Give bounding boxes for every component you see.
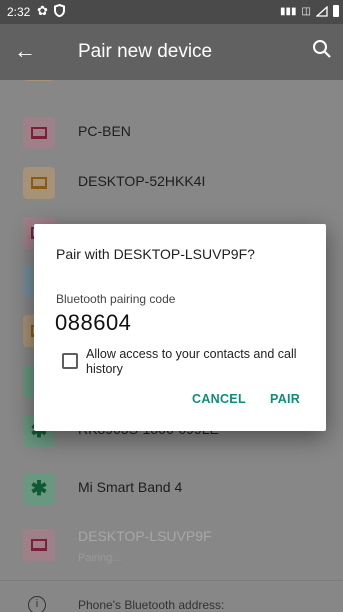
status-bar: 2:32 ✿ ▮▮▮ ◫ xyxy=(0,0,343,24)
nfc-icon: ▮▮▮ xyxy=(280,5,297,17)
contacts-access-checkbox[interactable] xyxy=(62,353,78,369)
laptop-icon xyxy=(23,529,55,561)
pair-dialog: Pair with DESKTOP-LSUVP9F? Bluetooth pai… xyxy=(34,224,326,431)
shield-icon xyxy=(54,4,65,17)
device-row-pairing[interactable]: DESKTOP-LSUVP9F Pairing... xyxy=(0,520,343,570)
app-bar: ← Pair new device xyxy=(0,24,343,80)
search-icon[interactable] xyxy=(311,38,333,60)
device-row[interactable]: PC-BEN xyxy=(0,108,343,158)
pairing-code-label: Bluetooth pairing code xyxy=(56,292,176,306)
device-name: DESKTOP-52HKK4I xyxy=(78,173,206,189)
bluetooth-address-label: Phone's Bluetooth address: xyxy=(78,598,225,612)
pair-button[interactable]: PAIR xyxy=(270,392,300,406)
device-name: PC-BEN xyxy=(78,123,131,139)
page-title: Pair new device xyxy=(78,41,213,62)
device-row[interactable]: DESKTOP-52HKK4I xyxy=(0,158,343,208)
status-icons: ▮▮▮ ◫ xyxy=(280,5,339,17)
laptop-icon xyxy=(23,167,55,199)
device-row-partial xyxy=(0,80,343,90)
back-arrow-icon[interactable]: ← xyxy=(14,40,36,62)
device-row[interactable]: ✱ Mi Smart Band 4 xyxy=(0,464,343,514)
battery-icon xyxy=(333,5,339,17)
divider xyxy=(0,580,343,581)
contacts-access-label[interactable]: Allow access to your contacts and call h… xyxy=(86,347,318,377)
cancel-button[interactable]: CANCEL xyxy=(192,392,246,406)
settings-gear-icon: ✿ xyxy=(37,3,48,18)
device-name: DESKTOP-LSUVP9F xyxy=(78,528,212,544)
bluetooth-icon: ✱ xyxy=(23,473,55,505)
vibrate-icon: ◫ xyxy=(301,5,311,17)
device-name: Mi Smart Band 4 xyxy=(78,479,183,495)
info-icon: i xyxy=(28,596,46,612)
status-time: 2:32 xyxy=(7,5,31,19)
laptop-icon xyxy=(23,117,55,149)
signal-icon xyxy=(316,5,328,17)
dialog-title: Pair with DESKTOP-LSUVP9F? xyxy=(56,246,255,262)
device-status: Pairing... xyxy=(78,552,122,564)
pairing-code: 088604 xyxy=(55,310,132,335)
laptop-icon xyxy=(23,80,55,81)
